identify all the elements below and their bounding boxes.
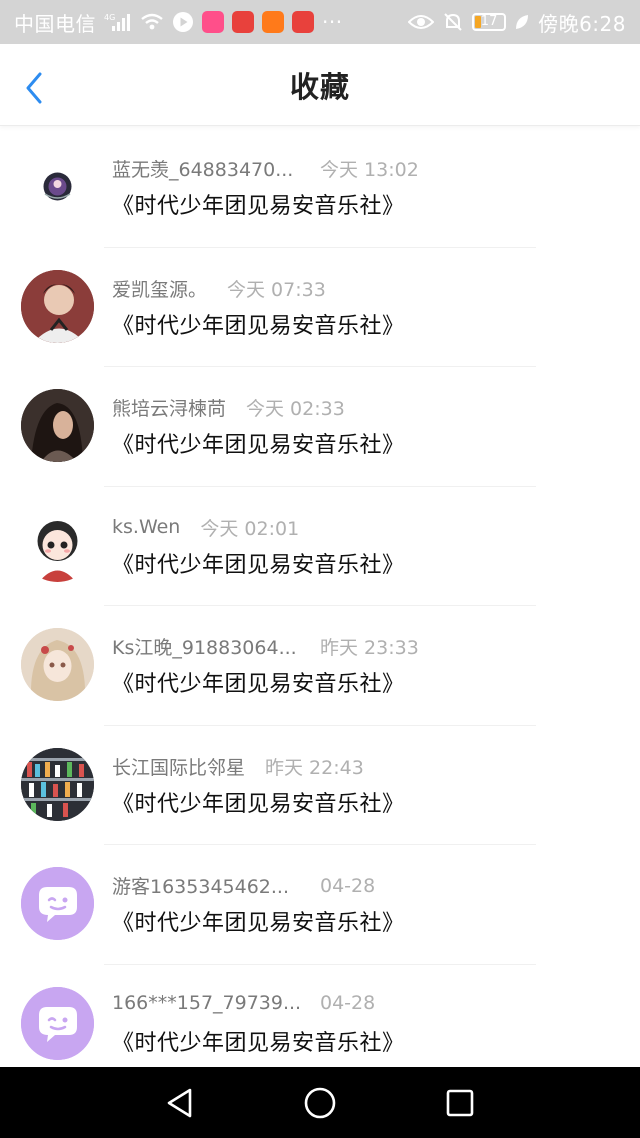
circle-home-icon: [304, 1087, 336, 1118]
item-title[interactable]: 《时代少年团见易安音乐社》: [112, 547, 405, 579]
list-item[interactable]: Ks江晚_91883064... 昨天 23:33 《时代少年团见易安音乐社》: [0, 606, 640, 726]
username[interactable]: 游客1635345462...: [112, 872, 302, 899]
avatar[interactable]: [21, 747, 94, 821]
app-badge-icon: [262, 11, 284, 33]
item-title[interactable]: 《时代少年团见易安音乐社》: [112, 905, 405, 937]
list-item[interactable]: 166***157_79739... 04-28 《时代少年团见易安音乐社》: [0, 965, 640, 1069]
avatar[interactable]: [21, 389, 94, 462]
item-title[interactable]: 《时代少年团见易安音乐社》: [112, 308, 405, 340]
timestamp: 今天 02:33: [246, 398, 345, 420]
svg-text:4G: 4G: [104, 13, 115, 22]
list-item[interactable]: 爱凯玺源。 今天 07:33 《时代少年团见易安音乐社》: [0, 248, 640, 367]
back-button[interactable]: [18, 72, 50, 104]
signal-icon: 4G: [104, 12, 132, 32]
status-bar: 中国电信 4G ··· 17 傍晚6:28: [0, 0, 640, 44]
clock: 傍晚6:28: [538, 11, 626, 36]
username[interactable]: Ks江晚_91883064...: [112, 633, 302, 660]
avatar[interactable]: [21, 150, 94, 223]
square-recents-icon: [446, 1089, 474, 1116]
timestamp: 今天 13:02: [320, 159, 419, 181]
avatar[interactable]: [21, 867, 94, 940]
play-icon: [172, 11, 194, 33]
timestamp: 昨天 22:43: [265, 756, 364, 779]
nav-home-button[interactable]: [298, 1081, 342, 1125]
username[interactable]: ks.Wen: [112, 516, 180, 538]
app-badge-icon: [232, 11, 254, 33]
avatar[interactable]: [21, 628, 94, 701]
chat-bubble-icon: [21, 867, 94, 940]
system-nav-bar: [0, 1067, 640, 1138]
eye-icon: [408, 13, 435, 31]
battery-icon: 17: [472, 13, 507, 31]
chevron-left-icon: [26, 72, 42, 104]
timestamp: 04-28: [320, 874, 376, 897]
app-badge-icon: [202, 11, 224, 33]
list-item[interactable]: 熊培云浔楝苘 今天 02:33 《时代少年团见易安音乐社》: [0, 367, 640, 487]
list-item[interactable]: 游客1635345462... 04-28 《时代少年团见易安音乐社》: [0, 845, 640, 965]
page-title: 收藏: [289, 69, 350, 104]
battery-level: 17: [480, 14, 498, 29]
page-header: 收藏: [0, 44, 640, 126]
timestamp: 今天 02:01: [200, 517, 300, 540]
chat-bubble-icon: [21, 986, 94, 1060]
favorites-list[interactable]: 蓝无羡_64883470... 今天 13:02 《时代少年团见易安音乐社》 爱…: [0, 128, 640, 1068]
list-item[interactable]: ks.Wen 今天 02:01 《时代少年团见易安音乐社》: [0, 487, 640, 606]
avatar[interactable]: [21, 269, 94, 343]
leaf-icon: [514, 13, 530, 31]
mute-bell-icon: [442, 11, 464, 33]
username[interactable]: 166***157_79739...: [112, 992, 302, 1014]
timestamp: 昨天 23:33: [320, 637, 419, 659]
list-item[interactable]: 蓝无羡_64883470... 今天 13:02 《时代少年团见易安音乐社》: [0, 128, 640, 248]
item-title[interactable]: 《时代少年团见易安音乐社》: [112, 427, 405, 459]
item-title[interactable]: 《时代少年团见易安音乐社》: [112, 786, 405, 818]
item-title[interactable]: 《时代少年团见易安音乐社》: [112, 1025, 405, 1057]
avatar[interactable]: [21, 986, 94, 1060]
carrier-label: 中国电信: [14, 11, 96, 36]
triangle-back-icon: [167, 1088, 192, 1117]
item-title[interactable]: 《时代少年团见易安音乐社》: [112, 666, 405, 698]
username[interactable]: 蓝无羡_64883470...: [112, 155, 302, 182]
more-notifications-icon: ···: [322, 10, 343, 34]
username[interactable]: 长江国际比邻星: [112, 753, 245, 780]
app-badge-icon: [292, 11, 314, 33]
timestamp: 今天 07:33: [227, 278, 326, 301]
avatar[interactable]: [21, 508, 94, 582]
nav-back-button[interactable]: [158, 1081, 202, 1125]
timestamp: 04-28: [320, 991, 376, 1014]
username[interactable]: 爱凯玺源。: [112, 275, 207, 302]
list-item[interactable]: 长江国际比邻星 昨天 22:43 《时代少年团见易安音乐社》: [0, 726, 640, 845]
username[interactable]: 熊培云浔楝苘: [112, 394, 226, 421]
wifi-icon: [140, 12, 164, 32]
nav-recents-button[interactable]: [438, 1081, 482, 1125]
item-title[interactable]: 《时代少年团见易安音乐社》: [112, 188, 405, 220]
